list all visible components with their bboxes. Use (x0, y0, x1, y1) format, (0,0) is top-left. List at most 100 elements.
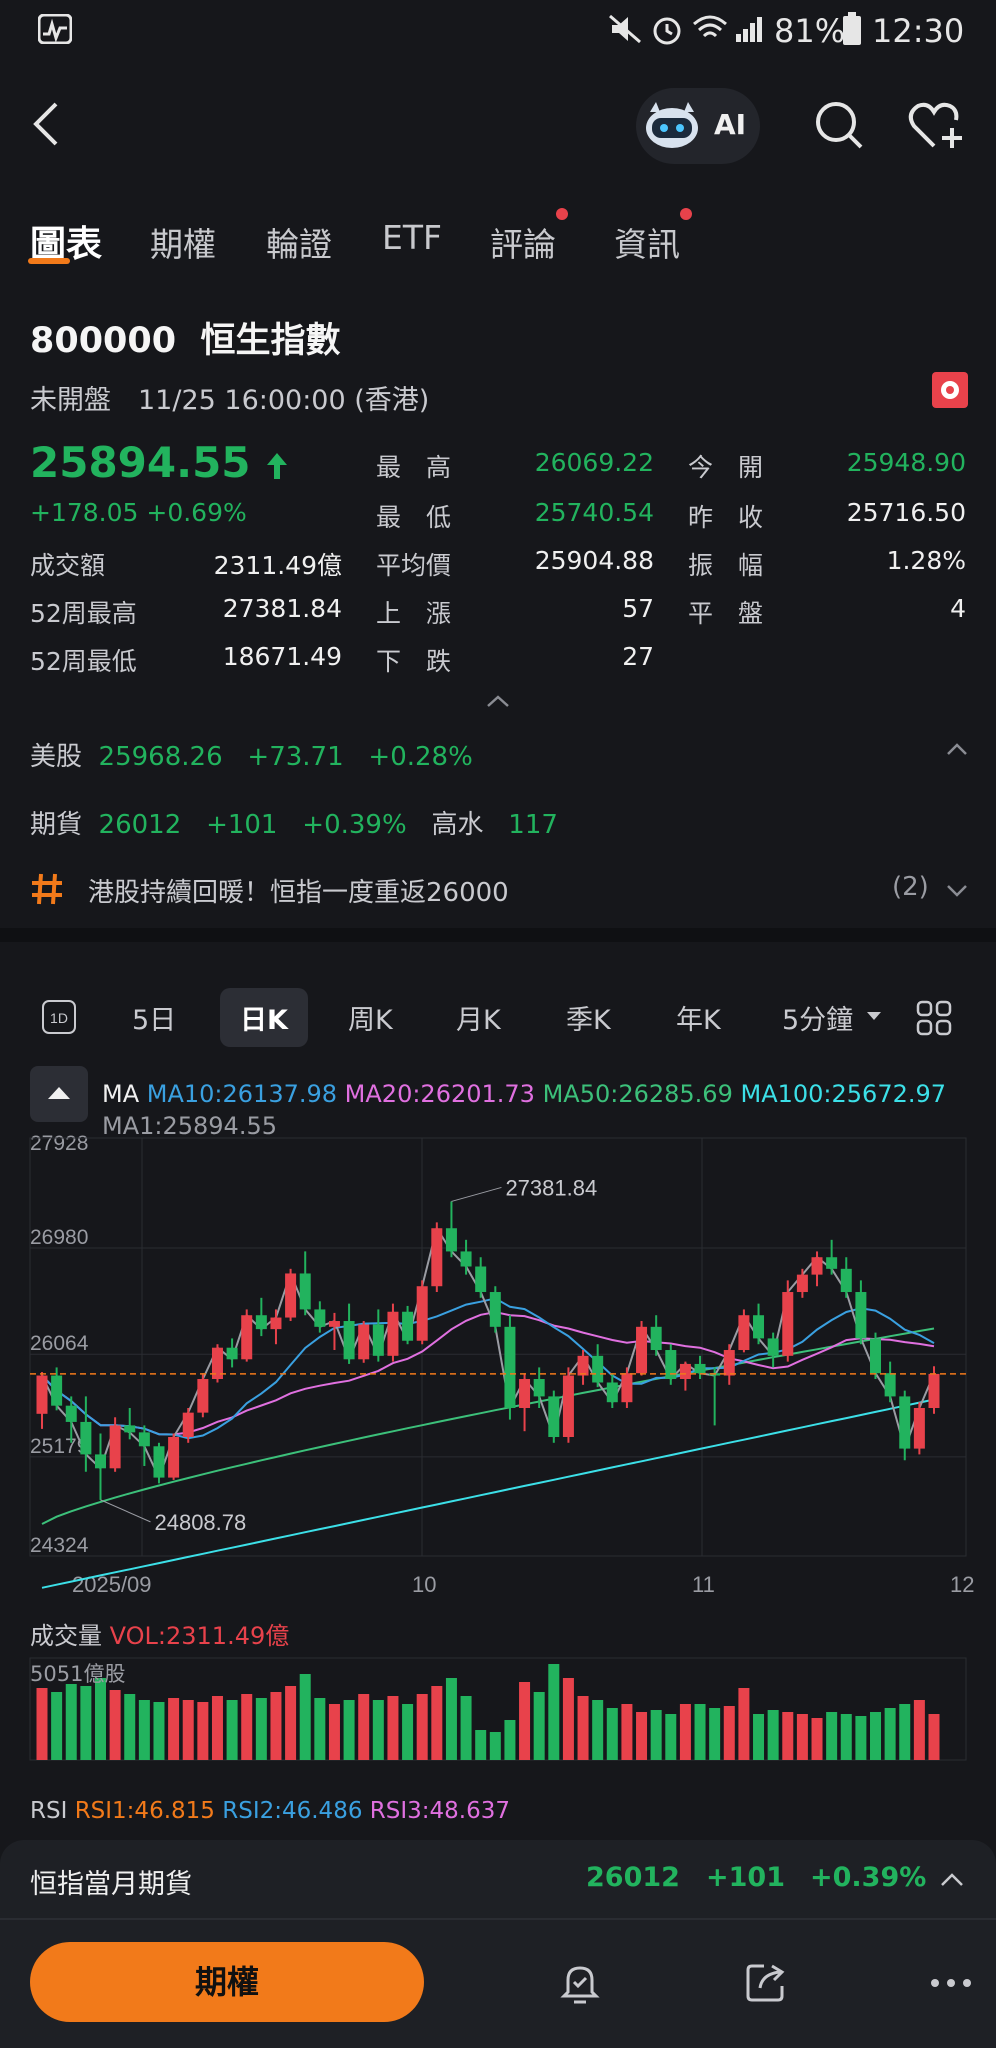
candle-body (416, 1286, 428, 1341)
volume-bar (168, 1698, 180, 1760)
more-options-icon[interactable] (930, 1978, 972, 1988)
us-market-pct: +0.28% (368, 742, 473, 772)
candle-body (665, 1350, 677, 1380)
candle-body (387, 1311, 399, 1356)
share-icon[interactable] (744, 1960, 788, 2004)
low-annotation-leader (100, 1499, 151, 1523)
rsi1-value: RSI1:46.815 (74, 1798, 215, 1824)
volume-bar (782, 1712, 794, 1760)
hk-flag-icon (932, 372, 968, 408)
ai-assistant-button[interactable]: AI (636, 88, 760, 164)
tab-etf[interactable]: ETF (382, 218, 442, 257)
volume-bar (665, 1714, 677, 1760)
period-weekly[interactable]: 周K (348, 998, 393, 1037)
candle-body (504, 1326, 516, 1409)
expand-up-icon[interactable] (940, 1872, 964, 1888)
search-icon[interactable] (814, 100, 864, 150)
volume-bar (270, 1692, 282, 1760)
candle-body (606, 1382, 618, 1403)
ma100-line (41, 1398, 935, 1589)
grid-layout-icon[interactable] (916, 1000, 952, 1036)
volume-bar (738, 1688, 750, 1760)
candle-body (767, 1338, 779, 1356)
volume-bar (285, 1686, 297, 1760)
avg-price-value: 25904.88 (534, 546, 654, 575)
candle-body (109, 1425, 121, 1469)
volume-bar (533, 1692, 545, 1760)
volume-bar (636, 1712, 648, 1760)
y-tick-label: 26980 (30, 1226, 88, 1249)
news-row[interactable]: 港股持續回暖！恒指一度重返26000 (2) (0, 860, 996, 920)
futures-pct: +0.39% (302, 810, 407, 840)
ma-toggle-button[interactable] (30, 1066, 88, 1122)
volume-bar (767, 1710, 779, 1760)
volume-bar (621, 1704, 633, 1760)
period-daily[interactable]: 日K (220, 988, 308, 1047)
period-yearly[interactable]: 年K (676, 998, 721, 1037)
candlestick-chart[interactable]: 27928269802606425179243242025/09 10 11 1227… (0, 1120, 996, 1600)
candle-body (826, 1257, 838, 1269)
volume-bar (80, 1686, 92, 1760)
rsi3-value: RSI3:48.637 (369, 1798, 511, 1824)
volume-chart[interactable] (0, 1656, 996, 1766)
candle-body (182, 1412, 194, 1438)
activity-icon (38, 14, 72, 44)
ai-label: AI (714, 108, 747, 141)
us-market-row[interactable]: 美股 25968.26 +73.71 +0.28% (30, 736, 473, 773)
futures-label: 期貨 (30, 810, 83, 840)
period-monthly[interactable]: 月K (456, 998, 501, 1037)
options-button[interactable]: 期權 (30, 1942, 424, 2022)
one-day-icon[interactable]: 1D (42, 1000, 76, 1034)
volume-bar (153, 1702, 165, 1760)
rsi2-value: RSI2:46.486 (222, 1798, 363, 1824)
week52-high-value: 27381.84 (222, 594, 342, 623)
period-quarterly[interactable]: 季K (566, 998, 611, 1037)
candle-body (694, 1363, 706, 1374)
news-notification-dot (680, 208, 692, 220)
period-5day[interactable]: 5日 (132, 998, 176, 1037)
collapse-stats-icon[interactable] (486, 694, 510, 708)
us-market-change: +73.71 (247, 742, 344, 772)
volume-bar (913, 1700, 925, 1760)
mute-icon (609, 14, 641, 44)
candle-body (533, 1379, 545, 1397)
candle-body (138, 1432, 150, 1447)
back-icon[interactable] (30, 100, 60, 148)
candle-body (168, 1437, 180, 1478)
tab-warrants[interactable]: 輪證 (266, 218, 332, 266)
bottom-bar-separator (0, 1918, 996, 1920)
candle-body (899, 1396, 911, 1449)
favorite-add-icon[interactable] (908, 100, 968, 152)
advancers-label: 上 漲 (376, 599, 452, 628)
futures-row[interactable]: 期貨 26012 +101 +0.39% 高水 117 (30, 804, 558, 841)
prev-close-value: 25716.50 (846, 498, 966, 527)
volume-bar (679, 1704, 691, 1760)
stock-name: 恒生指數 (200, 321, 341, 361)
volume-bar (138, 1700, 150, 1760)
volume-bar (255, 1698, 267, 1760)
rsi-label: RSI (30, 1798, 68, 1824)
decliners-label: 下 跌 (376, 647, 452, 676)
candle-body (197, 1379, 209, 1413)
tab-options[interactable]: 期權 (150, 218, 216, 266)
x-tick-label: 2025/09 (72, 1572, 152, 1597)
chevron-up-icon[interactable] (946, 742, 968, 756)
candle-body (226, 1347, 238, 1360)
candle-body (753, 1315, 765, 1339)
ma10-line (41, 1297, 935, 1440)
unchanged-label: 平 盤 (688, 599, 764, 628)
price-alert-icon[interactable] (558, 1960, 602, 2006)
tab-comments[interactable]: 評論 (490, 218, 556, 266)
open-value: 25948.90 (846, 448, 966, 477)
triangle-up-icon (48, 1087, 70, 1099)
y-tick-label: 27928 (30, 1132, 88, 1155)
volume-bar (650, 1710, 662, 1760)
volume-bar (694, 1704, 706, 1760)
us-market-label: 美股 (30, 742, 83, 772)
tab-news[interactable]: 資訊 (614, 218, 680, 266)
active-tab-indicator (28, 258, 70, 264)
candle-body (592, 1355, 604, 1383)
period-5min[interactable]: 5分鐘 (782, 998, 853, 1037)
unchanged-value: 4 (950, 594, 966, 623)
amplitude-value: 1.28% (886, 546, 966, 575)
